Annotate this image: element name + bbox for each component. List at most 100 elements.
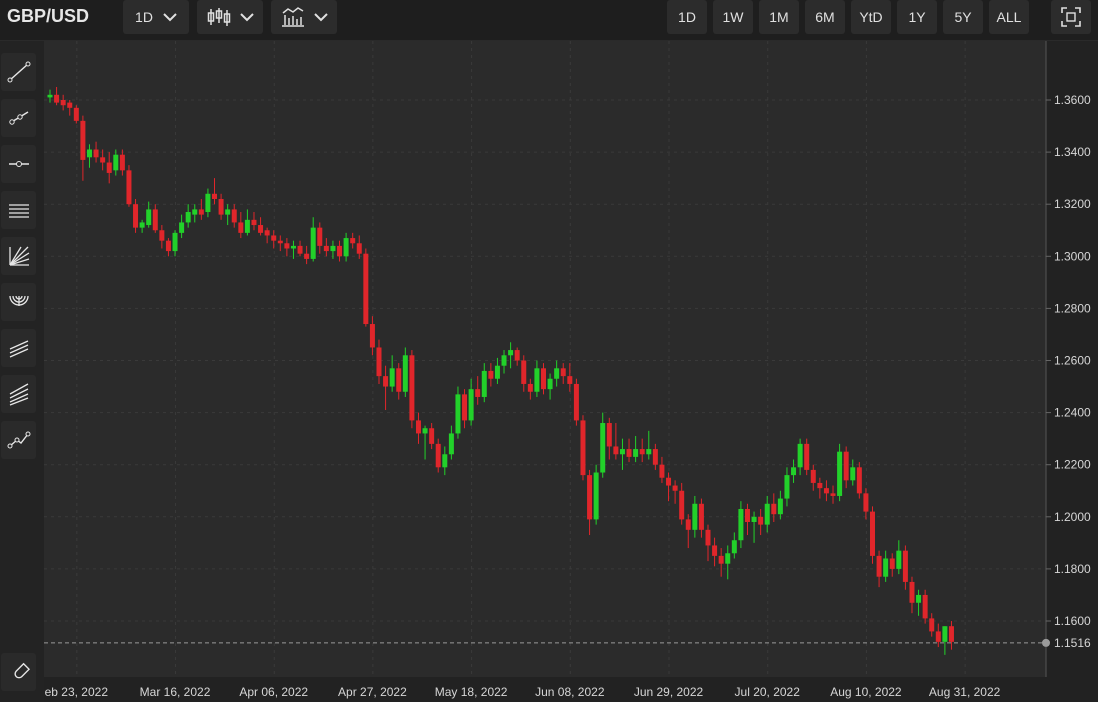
candle-body (679, 490, 685, 520)
candle-body (363, 253, 369, 325)
date-tick-label: Aug 31, 2022 (929, 685, 1001, 699)
candle-body (580, 420, 586, 476)
candle-body (231, 209, 237, 223)
candle-body (560, 368, 566, 377)
candle-body (284, 243, 290, 249)
candle-body (218, 198, 224, 215)
candle-body (488, 370, 494, 379)
fullscreen-button[interactable] (1051, 0, 1091, 34)
last-price-label: 1.1516 (1054, 636, 1091, 650)
candle-body (751, 516, 757, 523)
candle-body (817, 482, 823, 489)
chevron-down-icon (163, 12, 177, 21)
range-ytd-button[interactable]: YtD (851, 0, 891, 34)
interval-selector[interactable]: 1D (123, 0, 189, 34)
range-6m-button[interactable]: 6M (805, 0, 845, 34)
candle-body (685, 519, 691, 530)
candle-body (718, 555, 724, 564)
candle-body (633, 449, 639, 457)
candle-body (646, 449, 652, 455)
date-tick-label: Jul 20, 2022 (735, 685, 801, 699)
symbol-label: GBP/USD (7, 6, 90, 26)
candle-body (626, 449, 632, 457)
price-chart[interactable]: 1.3600 1.3400 1.3200 1.3000 1.2800 1.2600 1.24… (44, 41, 1098, 702)
candle-body (422, 428, 428, 434)
candle-body (744, 508, 750, 523)
date-tick-label: Jun 08, 2022 (535, 685, 605, 699)
candle-body (139, 222, 145, 228)
price-axis-background (1046, 41, 1098, 702)
candle-body (573, 383, 579, 421)
trend-line-tool[interactable] (1, 53, 36, 91)
range-1m-button[interactable]: 1M (759, 0, 799, 34)
candle-body (791, 467, 797, 476)
candle-body (705, 529, 711, 546)
parallel-channel-tool[interactable] (1, 191, 36, 229)
fibonacci-fan-icon (8, 246, 29, 266)
candle-body (896, 550, 902, 569)
indicators-selector[interactable] (271, 0, 337, 34)
candle-body (692, 503, 698, 530)
price-tick-label: 1.3200 (1054, 197, 1091, 211)
magnet-tool[interactable] (1, 653, 36, 691)
candle-body (185, 212, 191, 223)
range-all-button[interactable]: ALL (989, 0, 1029, 34)
candle-body (317, 227, 323, 246)
candle-body (238, 222, 244, 233)
candle-body (843, 451, 849, 481)
candle-body (870, 511, 875, 556)
candle-body (942, 626, 948, 642)
candle-body (508, 350, 514, 356)
candle-body (521, 360, 527, 384)
candle-body (810, 469, 816, 483)
ray-tool[interactable] (1, 99, 36, 137)
candle-body (198, 209, 204, 215)
price-tick-label: 1.2200 (1054, 458, 1091, 472)
candle-body (415, 420, 421, 434)
candle-body (212, 193, 217, 199)
candle-body (567, 376, 573, 384)
horizontal-line-icon (8, 161, 29, 167)
candle-body (100, 157, 106, 163)
price-tick-label: 1.3400 (1054, 145, 1091, 159)
candle-body (929, 618, 935, 632)
candle-body (600, 423, 606, 473)
candle-body (389, 368, 395, 387)
candle-body (712, 545, 718, 556)
candle-body (731, 540, 737, 554)
path-tool[interactable] (1, 421, 36, 459)
price-tick-label: 1.2800 (1054, 301, 1091, 315)
chevron-down-icon (313, 12, 328, 21)
candle-body (606, 423, 612, 447)
candle-body (356, 243, 362, 254)
candle-body (179, 222, 185, 233)
candle-type-selector[interactable] (197, 0, 263, 34)
candle-body (672, 485, 678, 491)
candle-body (804, 443, 810, 470)
candle-body (146, 209, 152, 226)
fibonacci-fan-tool[interactable] (1, 237, 36, 275)
candle-body (304, 253, 310, 259)
fibonacci-arc-tool[interactable] (1, 283, 36, 321)
candle-body (902, 550, 908, 582)
candle-body (889, 558, 895, 569)
candle-body (587, 475, 593, 520)
candle-body (80, 120, 86, 160)
magnet-icon (13, 662, 30, 679)
range-1w-button[interactable]: 1W (713, 0, 753, 34)
candle-body (113, 154, 119, 171)
candle-body (323, 245, 329, 252)
candle-body (67, 102, 73, 108)
candle-body (337, 245, 343, 257)
candle-body (837, 451, 843, 496)
range-5y-button[interactable]: 5Y (943, 0, 983, 34)
candle-body (462, 394, 468, 421)
date-tick-label: Apr 06, 2022 (239, 685, 308, 699)
range-1y-button[interactable]: 1Y (897, 0, 937, 34)
regression-channel-tool[interactable] (1, 329, 36, 367)
candle-body (652, 449, 658, 465)
pitchfork-tool[interactable] (1, 375, 36, 413)
range-1d-button[interactable]: 1D (667, 0, 707, 34)
candle-body (244, 219, 250, 233)
horizontal-line-tool[interactable] (1, 145, 36, 183)
